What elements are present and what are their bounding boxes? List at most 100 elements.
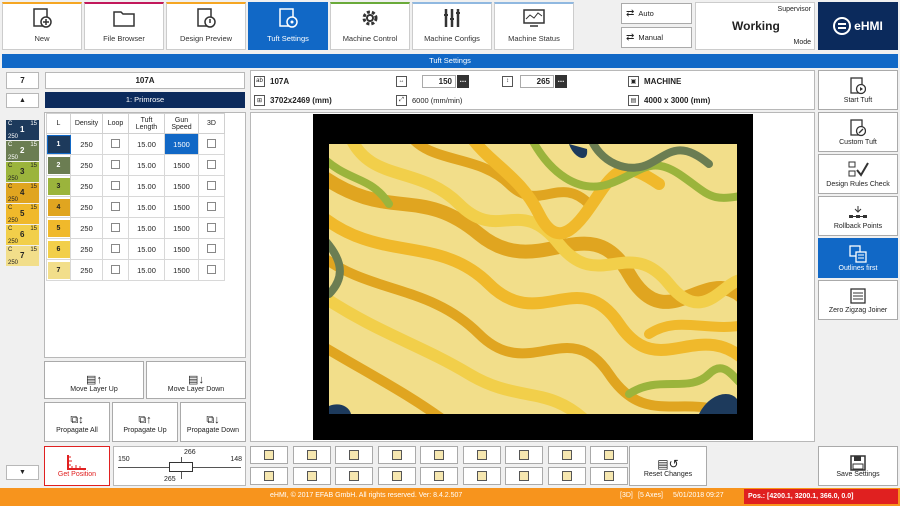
start-left-button[interactable] <box>335 467 373 485</box>
align-bottom-left-button[interactable] <box>505 446 543 464</box>
table-row[interactable]: 2 250 15.00 1500 <box>46 154 225 176</box>
3d-cell[interactable] <box>198 217 225 239</box>
3d-checkbox[interactable] <box>207 159 216 169</box>
layer-swatch[interactable]: C 15 5 250 <box>6 204 39 224</box>
tuft-length-cell[interactable]: 15.00 <box>128 154 165 176</box>
layer-swatch[interactable]: C 15 6 250 <box>6 225 39 245</box>
table-row[interactable]: 6 250 15.00 1500 <box>46 238 225 260</box>
rotate-button[interactable] <box>462 467 501 485</box>
gun-speed-cell[interactable]: 1500 <box>164 196 199 218</box>
gun-speed-cell[interactable]: 1500 <box>164 238 199 260</box>
density-cell[interactable]: 250 <box>70 259 103 281</box>
gun-speed-cell[interactable]: 1500 <box>164 154 199 176</box>
loop-checkbox[interactable] <box>111 180 120 190</box>
align-bottom-right-button[interactable] <box>590 446 628 464</box>
loop-checkbox[interactable] <box>111 138 120 148</box>
save-settings-button[interactable]: Save Settings <box>818 446 898 486</box>
tuft-length-cell[interactable]: 15.00 <box>128 175 165 197</box>
table-row[interactable]: 7 250 15.00 1500 <box>46 259 225 281</box>
zero-zigzag-joiner-button[interactable]: Zero Zigzag Joiner <box>818 280 898 320</box>
gun-speed-cell[interactable]: 1500 <box>164 259 199 281</box>
layer-swatch[interactable]: C 15 1 250 <box>6 120 39 140</box>
align-top-right-button[interactable] <box>335 446 373 464</box>
density-cell[interactable]: 250 <box>70 154 103 176</box>
align-center-button[interactable] <box>420 446 458 464</box>
3d-checkbox[interactable] <box>207 201 216 211</box>
density-cell[interactable]: 250 <box>70 196 103 218</box>
gun-speed-cell[interactable]: 1500 <box>164 175 199 197</box>
move-layer-up-button[interactable]: ▤↑ Move Layer Up <box>44 361 144 399</box>
density-cell[interactable]: 250 <box>70 217 103 239</box>
layer-swatch[interactable]: C 15 2 250 <box>6 141 39 161</box>
3d-cell[interactable] <box>198 154 225 176</box>
mirror-button[interactable] <box>505 467 543 485</box>
3d-checkbox[interactable] <box>207 138 216 148</box>
align-left-button[interactable] <box>377 446 416 464</box>
loop-checkbox[interactable] <box>111 222 120 232</box>
tab-machine-status[interactable]: Machine Status <box>494 2 574 50</box>
move-layer-down-button[interactable]: ▤↓ Move Layer Down <box>146 361 246 399</box>
tuft-length-cell[interactable]: 15.00 <box>128 217 165 239</box>
layer-swatch[interactable]: C 15 3 250 <box>6 162 39 182</box>
align-right-button[interactable] <box>462 446 501 464</box>
3d-checkbox[interactable] <box>207 243 216 253</box>
reset-changes-button[interactable]: ▤↺ Reset Changes <box>629 446 707 486</box>
tab-tuft-settings[interactable]: Tuft Settings <box>248 2 328 50</box>
align-bottom-button[interactable] <box>547 446 586 464</box>
loop-cell[interactable] <box>102 154 129 176</box>
loop-checkbox[interactable] <box>111 159 120 169</box>
loop-checkbox[interactable] <box>111 264 120 274</box>
3d-checkbox[interactable] <box>207 264 216 274</box>
loop-cell[interactable] <box>102 217 129 239</box>
propagate-all-button[interactable]: ⧉↕ Propagate All <box>44 402 110 442</box>
outlines-first-button[interactable]: Outlines first <box>818 238 898 278</box>
3d-cell[interactable] <box>198 133 225 155</box>
density-cell[interactable]: 250 <box>70 175 103 197</box>
propagate-up-button[interactable]: ⧉↑ Propagate Up <box>112 402 178 442</box>
layer-swatch[interactable]: C 15 7 250 <box>6 246 39 266</box>
density-cell[interactable]: 250 <box>70 238 103 260</box>
loop-cell[interactable] <box>102 133 129 155</box>
table-row[interactable]: 4 250 15.00 1500 <box>46 196 225 218</box>
loop-checkbox[interactable] <box>111 243 120 253</box>
width-more-button[interactable]: ... <box>457 74 469 88</box>
start-right-button[interactable] <box>420 467 458 485</box>
height-more-button[interactable]: ... <box>555 74 567 88</box>
density-cell[interactable]: 250 <box>70 133 103 155</box>
manual-mode-button[interactable]: ⇄ Manual <box>621 27 692 48</box>
table-row[interactable]: 5 250 15.00 1500 <box>46 217 225 239</box>
loop-cell[interactable] <box>102 196 129 218</box>
start-tuft-button[interactable]: Start Tuft <box>818 70 898 110</box>
propagate-down-button[interactable]: ⧉↓ Propagate Down <box>180 402 246 442</box>
custom-tuft-button[interactable]: Custom Tuft <box>818 112 898 152</box>
rollback-points-button[interactable]: Rollback Points <box>818 196 898 236</box>
align-top-left-button[interactable] <box>250 446 288 464</box>
tab-machine-configs[interactable]: Machine Configs <box>412 2 492 50</box>
tuft-length-cell[interactable]: 15.00 <box>128 259 165 281</box>
design-rules-check-button[interactable]: Design Rules Check <box>818 154 898 194</box>
tuft-length-cell[interactable]: 15.00 <box>128 196 165 218</box>
width-input[interactable]: 150 <box>422 74 456 88</box>
tuft-length-cell[interactable]: 15.00 <box>128 133 165 155</box>
3d-cell[interactable] <box>198 238 225 260</box>
3d-cell[interactable] <box>198 259 225 281</box>
gun-speed-cell[interactable]: 1500 <box>164 133 199 155</box>
loop-cell[interactable] <box>102 238 129 260</box>
3d-checkbox[interactable] <box>207 180 216 190</box>
3d-cell[interactable] <box>198 196 225 218</box>
layer-swatch[interactable]: C 15 4 250 <box>6 183 39 203</box>
tuft-length-cell[interactable]: 15.00 <box>128 238 165 260</box>
start-top-button[interactable] <box>292 467 331 485</box>
gun-speed-cell[interactable]: 1500 <box>164 217 199 239</box>
start-top-left-button[interactable] <box>250 467 288 485</box>
layer-scroll-up-button[interactable]: ▲ <box>6 93 39 108</box>
get-position-button[interactable]: Get Position <box>44 446 110 486</box>
loop-cell[interactable] <box>102 259 129 281</box>
clear-left-button[interactable] <box>547 467 586 485</box>
tab-new[interactable]: New <box>2 2 82 50</box>
layer-scroll-down-button[interactable]: ▼ <box>6 465 39 480</box>
clear-right-button[interactable] <box>590 467 628 485</box>
auto-mode-button[interactable]: ⇄ Auto <box>621 3 692 24</box>
3d-cell[interactable] <box>198 175 225 197</box>
3d-checkbox[interactable] <box>207 222 216 232</box>
